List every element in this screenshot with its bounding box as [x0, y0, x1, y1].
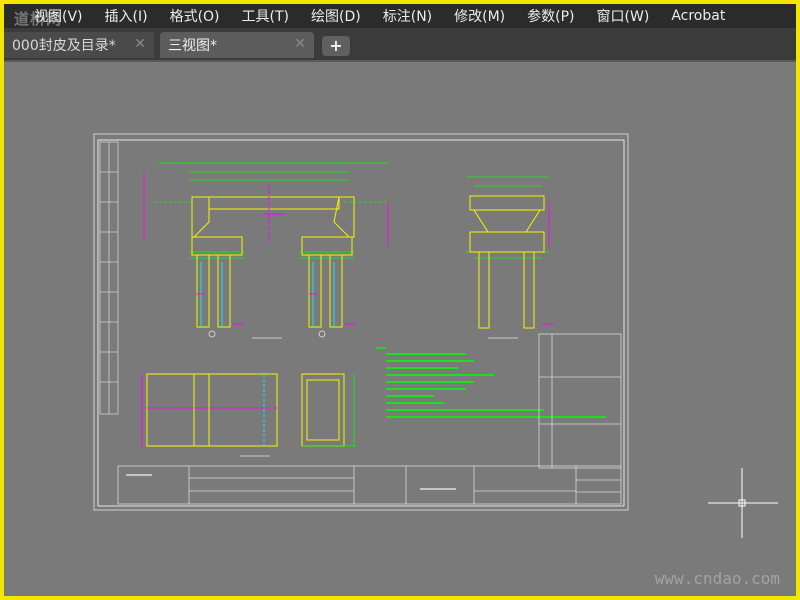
menu-modify[interactable]: 修改(M) [443, 6, 516, 26]
drawing-canvas[interactable]: www.cndao.com [4, 62, 796, 596]
tab-label: 三视图* [168, 38, 217, 54]
menu-draw[interactable]: 绘图(D) [300, 6, 372, 26]
menu-tools[interactable]: 工具(T) [231, 6, 300, 26]
tab-cover-and-contents[interactable]: 000封皮及目录* ✕ [4, 32, 154, 58]
tab-label: 000封皮及目录* [12, 38, 116, 54]
menu-acrobat[interactable]: Acrobat [660, 8, 736, 24]
menu-window[interactable]: 窗口(W) [586, 6, 661, 26]
menu-dimension[interactable]: 标注(N) [372, 6, 443, 26]
close-icon[interactable]: ✕ [134, 36, 146, 52]
close-icon[interactable]: ✕ [294, 36, 306, 52]
menu-format[interactable]: 格式(O) [159, 6, 231, 26]
document-tab-bar: 000封皮及目录* ✕ 三视图* ✕ + [4, 28, 796, 62]
watermark-url: www.cndao.com [654, 569, 780, 588]
new-tab-button[interactable]: + [322, 36, 350, 56]
menu-insert[interactable]: 插入(I) [94, 6, 159, 26]
cursor-crosshair-icon [708, 468, 778, 538]
menu-bar: 视图(V) 插入(I) 格式(O) 工具(T) 绘图(D) 标注(N) 修改(M… [4, 4, 796, 28]
tab-three-views[interactable]: 三视图* ✕ [160, 32, 314, 58]
menu-parameters[interactable]: 参数(P) [516, 6, 585, 26]
watermark-logo: 道桥网 [14, 10, 63, 28]
